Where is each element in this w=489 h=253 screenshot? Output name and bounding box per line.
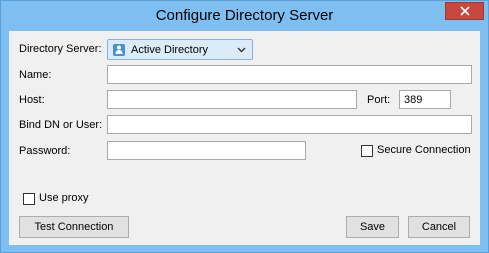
- secure-connection-checkbox[interactable]: [361, 145, 373, 157]
- port-label: Port:: [367, 94, 391, 106]
- host-label: Host:: [19, 94, 45, 106]
- secure-connection-label: Secure Connection: [377, 144, 471, 156]
- name-label: Name:: [19, 69, 52, 81]
- title-bar[interactable]: Configure Directory Server: [1, 1, 488, 31]
- password-field[interactable]: [107, 141, 306, 160]
- test-connection-button[interactable]: Test Connection: [19, 216, 129, 238]
- close-icon: [459, 6, 470, 16]
- window-title: Configure Directory Server: [155, 7, 334, 24]
- directory-user-icon: [113, 43, 125, 56]
- use-proxy-checkbox[interactable]: [23, 193, 35, 205]
- bind-dn-label: Bind DN or User:: [19, 119, 103, 131]
- use-proxy-label: Use proxy: [39, 192, 89, 204]
- directory-server-select[interactable]: Active Directory: [107, 39, 253, 60]
- directory-server-value: Active Directory: [131, 43, 209, 56]
- chevron-down-icon: [237, 47, 246, 53]
- dialog-window: Configure Directory Server Directory Ser…: [0, 0, 489, 253]
- cancel-button[interactable]: Cancel: [408, 216, 470, 238]
- directory-server-label: Directory Server:: [19, 43, 102, 55]
- port-field[interactable]: [399, 90, 451, 109]
- save-button[interactable]: Save: [346, 216, 399, 238]
- close-button[interactable]: [445, 2, 484, 20]
- host-field[interactable]: [107, 90, 357, 109]
- name-field[interactable]: [107, 65, 472, 84]
- dialog-body: Directory Server: Active Directory Name:…: [9, 31, 480, 245]
- password-label: Password:: [19, 145, 71, 157]
- bind-dn-field[interactable]: [107, 115, 472, 134]
